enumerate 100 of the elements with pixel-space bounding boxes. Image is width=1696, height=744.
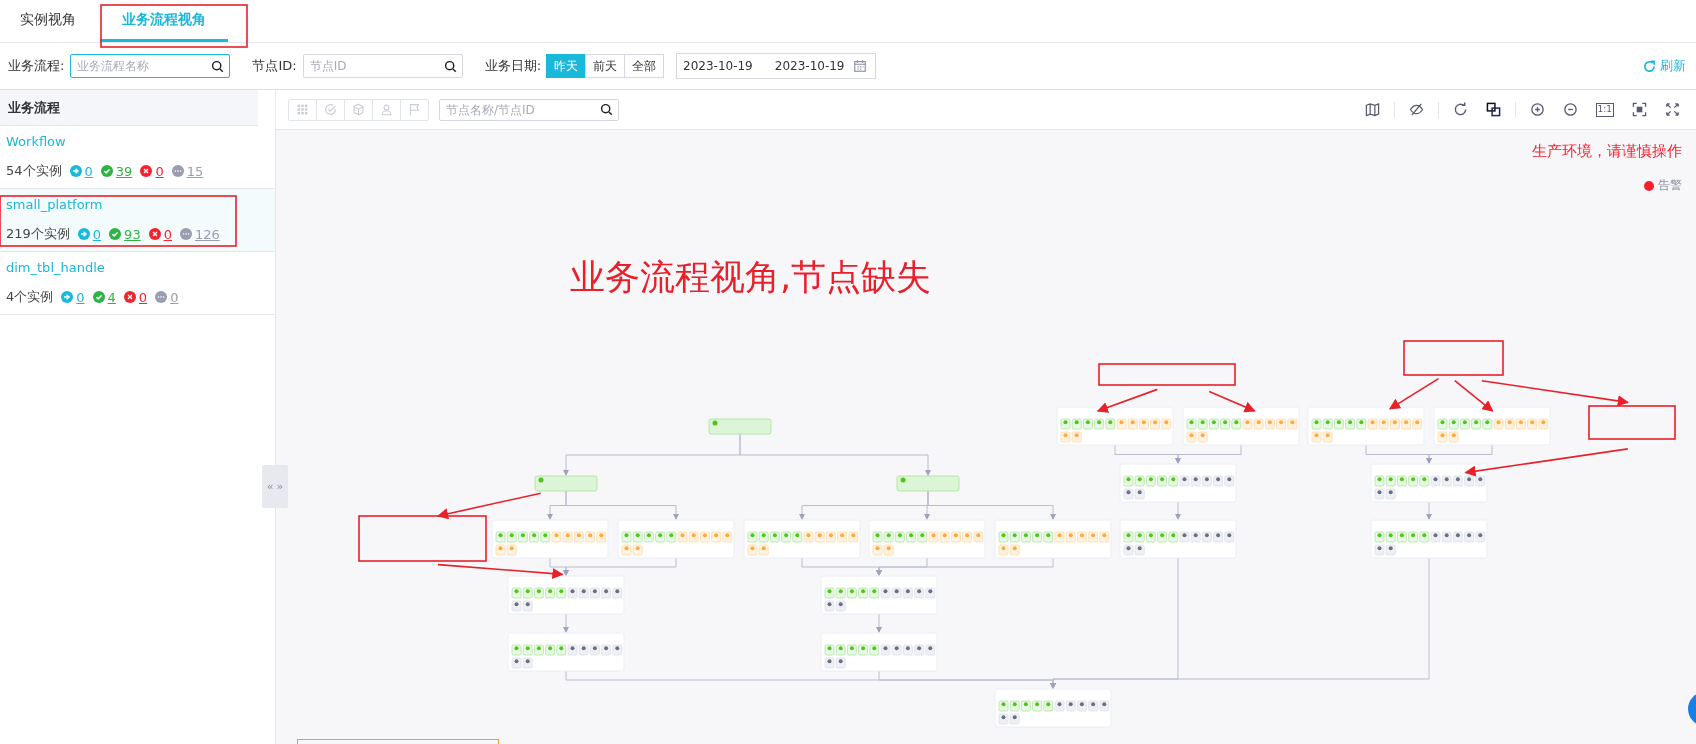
status-cell[interactable] [556, 644, 567, 656]
status-cell[interactable] [792, 531, 803, 543]
status-cell[interactable] [998, 713, 1009, 725]
status-cell[interactable] [1385, 531, 1396, 543]
status-cell[interactable] [1430, 531, 1441, 543]
status-cell[interactable] [883, 531, 894, 543]
status-cell[interactable] [1401, 418, 1411, 430]
status-cell[interactable] [1453, 531, 1463, 543]
date-option[interactable]: 全部 [624, 54, 664, 78]
status-cell[interactable] [1482, 418, 1493, 430]
status-cell[interactable] [1071, 418, 1082, 430]
status-cell[interactable] [803, 531, 814, 543]
status-cell[interactable] [612, 644, 623, 656]
status-cell[interactable] [522, 587, 533, 599]
status-cell[interactable] [1077, 700, 1087, 712]
status-cell[interactable] [1378, 418, 1389, 430]
status-cell[interactable] [1071, 431, 1082, 443]
status-cell[interactable] [869, 587, 880, 599]
status-cell[interactable] [1385, 544, 1396, 556]
status-count-link[interactable]: 0 [138, 289, 148, 305]
status-cell[interactable] [1504, 418, 1515, 430]
date-option[interactable]: 昨天 [546, 54, 586, 78]
status-cell[interactable] [998, 700, 1009, 712]
status-cell[interactable] [1213, 531, 1223, 543]
status-cell[interactable] [644, 531, 654, 543]
status-cell[interactable] [722, 531, 733, 543]
status-count-link[interactable]: 0 [163, 226, 172, 242]
status-cell[interactable] [655, 531, 665, 543]
status-cell[interactable] [973, 531, 984, 543]
status-cell[interactable] [1374, 544, 1385, 556]
status-cell[interactable] [1287, 418, 1298, 430]
status-cell[interactable] [939, 531, 950, 543]
status-count-link[interactable]: 93 [124, 226, 141, 242]
status-cell[interactable] [880, 587, 891, 599]
zoom-in-icon[interactable] [1529, 102, 1545, 117]
status-cell[interactable] [1464, 475, 1474, 487]
status-cell[interactable] [1408, 531, 1418, 543]
status-cell[interactable] [858, 587, 868, 599]
status-cell[interactable] [1224, 531, 1235, 543]
fullscreen-icon[interactable] [1665, 102, 1680, 117]
status-cell[interactable] [1009, 700, 1020, 712]
status-cell[interactable] [1190, 475, 1201, 487]
status-cell[interactable] [1161, 418, 1172, 430]
status-cell[interactable] [1186, 418, 1197, 430]
status-cell[interactable] [534, 587, 544, 599]
status-cell[interactable] [612, 587, 623, 599]
status-cell[interactable] [1475, 531, 1486, 543]
status-count-link[interactable]: 0 [155, 163, 164, 179]
status-cell[interactable] [1094, 418, 1104, 430]
status-cell[interactable] [1334, 418, 1344, 430]
status-cell[interactable] [1231, 418, 1242, 430]
status-cell[interactable] [1077, 531, 1087, 543]
status-cell[interactable] [1134, 544, 1145, 556]
status-cell[interactable] [1408, 475, 1418, 487]
status-cell[interactable] [747, 531, 758, 543]
status-cell[interactable] [1116, 418, 1127, 430]
flow-search-field[interactable]: 业务流程名称 [70, 54, 231, 78]
status-cell[interactable] [1253, 418, 1264, 430]
workflow-name[interactable]: dim_tbl_handle [6, 260, 105, 275]
status-cell[interactable] [529, 531, 539, 543]
status-cell[interactable] [925, 644, 936, 656]
view-tab[interactable]: 业务流程视角 [100, 11, 228, 42]
start-node[interactable] [708, 418, 772, 435]
status-cell[interactable] [1146, 475, 1156, 487]
status-cell[interactable] [700, 531, 710, 543]
status-cell[interactable] [1202, 475, 1212, 487]
status-cell[interactable] [998, 544, 1009, 556]
status-cell[interactable] [1150, 418, 1160, 430]
status-cell[interactable] [824, 657, 835, 669]
status-cell[interactable] [925, 587, 936, 599]
status-cell[interactable] [567, 587, 578, 599]
status-cell[interactable] [781, 531, 791, 543]
status-cell[interactable] [1367, 418, 1378, 430]
status-cell[interactable] [1374, 475, 1385, 487]
status-cell[interactable] [1397, 475, 1407, 487]
status-cell[interactable] [1441, 531, 1452, 543]
status-cell[interactable] [495, 544, 506, 556]
status-cell[interactable] [1179, 531, 1190, 543]
status-cell[interactable] [1060, 431, 1071, 443]
status-cell[interactable] [1021, 531, 1031, 543]
status-cell[interactable] [1464, 531, 1474, 543]
status-cell[interactable] [1123, 531, 1134, 543]
status-cell[interactable] [1065, 700, 1076, 712]
status-cell[interactable] [891, 587, 902, 599]
status-cell[interactable] [747, 544, 758, 556]
status-cell[interactable] [962, 531, 972, 543]
status-cell[interactable] [578, 644, 589, 656]
status-cell[interactable] [601, 587, 611, 599]
status-cell[interactable] [567, 644, 578, 656]
status-count-link[interactable]: 0 [76, 289, 85, 305]
status-cell[interactable] [903, 587, 913, 599]
status-cell[interactable] [883, 544, 894, 556]
status-count-link[interactable]: 39 [115, 163, 133, 179]
status-cell[interactable] [621, 544, 632, 556]
status-cell[interactable] [917, 531, 928, 543]
status-cell[interactable] [1083, 418, 1093, 430]
status-cell[interactable] [835, 644, 846, 656]
status-cell[interactable] [1032, 700, 1042, 712]
status-cell[interactable] [1448, 431, 1459, 443]
status-cell[interactable] [824, 600, 835, 612]
